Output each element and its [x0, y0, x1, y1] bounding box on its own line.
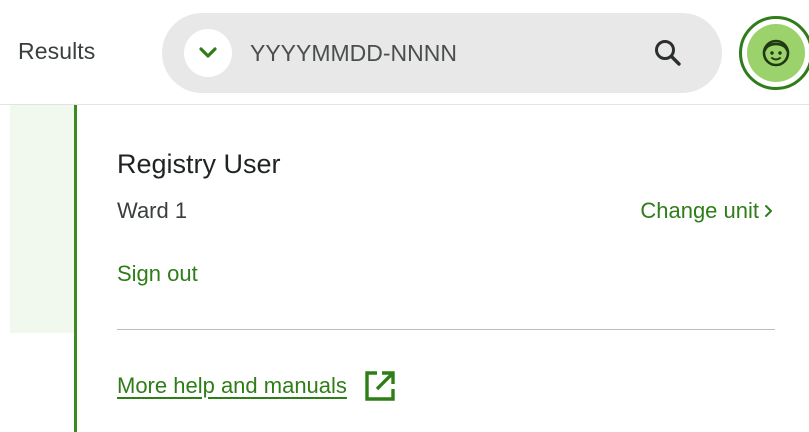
- search-bar: [162, 13, 722, 93]
- search-input[interactable]: [250, 32, 630, 74]
- help-manuals-link[interactable]: More help and manuals: [117, 369, 397, 403]
- user-name: Registry User: [117, 149, 281, 179]
- background-panel: [10, 105, 74, 333]
- help-link-label: More help and manuals: [117, 373, 347, 398]
- change-unit-label: Change unit: [640, 198, 759, 223]
- user-avatar-button[interactable]: [739, 16, 809, 90]
- external-link-icon: [365, 371, 395, 401]
- smiley-face-icon: [762, 39, 790, 67]
- change-unit-link[interactable]: Change unit: [640, 198, 775, 224]
- search-type-button[interactable]: [184, 29, 232, 77]
- current-unit: Ward 1: [117, 198, 188, 223]
- divider: [117, 329, 775, 330]
- top-bar: Results: [0, 0, 809, 105]
- user-menu-dropdown: Registry User Ward 1 Change unit Sign ou…: [74, 105, 809, 432]
- sign-out-link[interactable]: Sign out: [117, 261, 198, 287]
- nav-results-link[interactable]: Results: [18, 38, 95, 65]
- avatar: [747, 24, 805, 82]
- chevron-down-icon: [199, 47, 217, 58]
- page: Results YYYYMMDD-NNNN Registry User Ward…: [0, 0, 809, 432]
- search-icon: [655, 40, 681, 66]
- chevron-right-icon: [765, 205, 772, 217]
- search-button[interactable]: [648, 33, 688, 73]
